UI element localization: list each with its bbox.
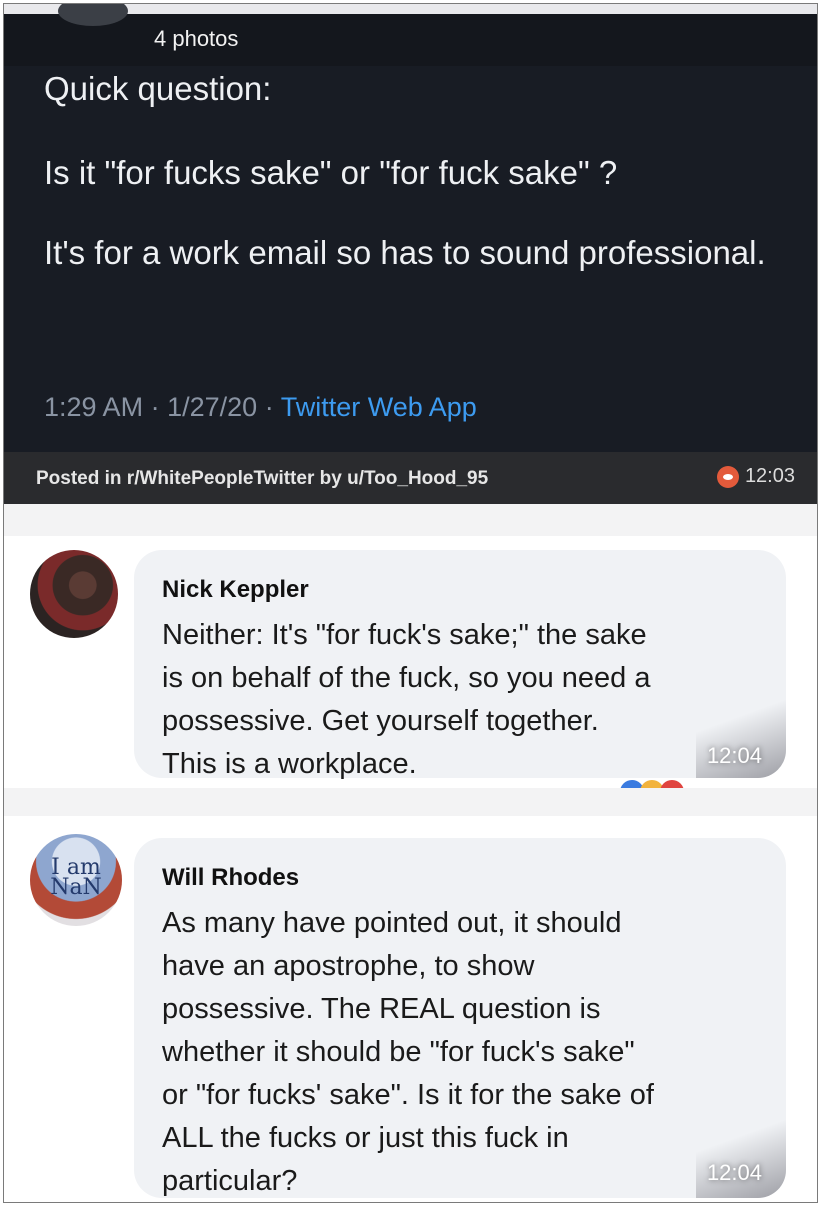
screenshot-frame: 4 photos Quick question: Is it "for fuck… <box>3 3 818 1203</box>
reddit-time-text: 12:03 <box>744 465 795 487</box>
avatar[interactable] <box>30 550 118 638</box>
commenter-name[interactable]: Nick Keppler <box>162 576 309 604</box>
avatar[interactable]: I am NaN <box>30 834 122 926</box>
back-button-icon[interactable] <box>58 4 128 26</box>
tweet-panel: 4 photos Quick question: Is it "for fuck… <box>4 4 817 504</box>
user-link[interactable]: u/Too_Hood_95 <box>347 468 488 489</box>
tweet-text-line-3: It's for a work email so has to sound pr… <box>44 234 766 271</box>
tweet-meta: 1:29 AM · 1/27/20 · Twitter Web App <box>44 392 477 423</box>
photos-count-label: 4 photos <box>154 26 239 51</box>
divider-strip <box>4 504 817 536</box>
subreddit-link[interactable]: r/WhitePeopleTwitter <box>127 468 315 489</box>
tweet-source-link[interactable]: Twitter Web App <box>281 392 477 422</box>
comment-text: As many have pointed out, it should have… <box>162 907 654 1197</box>
reddit-timestamp: 12:03 <box>716 465 795 488</box>
tweet-text-line-2: Is it "for fucks sake" or "for fuck sake… <box>44 154 618 191</box>
comment-card: Nick Keppler Neither: It's "for fuck's s… <box>4 536 817 792</box>
meta-separator: · <box>264 392 281 422</box>
reddit-icon <box>716 465 739 488</box>
photo-shadow <box>696 1118 786 1198</box>
comment-text: Neither: It's "for fuck's sake;" the sak… <box>162 619 651 780</box>
avatar-logo-text: I am NaN <box>50 855 102 900</box>
tweet-text-line-1: Quick question: <box>44 70 272 107</box>
tweet-top-bar: 4 photos <box>4 4 817 66</box>
comment-bubble: Nick Keppler Neither: It's "for fuck's s… <box>134 550 786 780</box>
divider-strip <box>4 788 817 816</box>
posted-in-text: Posted in r/WhitePeopleTwitter by u/Too_… <box>36 468 488 490</box>
posted-prefix: Posted in <box>36 468 127 489</box>
tweet-date: 1/27/20 <box>167 392 258 422</box>
meta-separator: · <box>150 392 168 422</box>
commenter-name[interactable]: Will Rhodes <box>162 864 299 892</box>
comment-time: 12:04 <box>706 743 762 768</box>
posted-by: by <box>314 468 348 489</box>
comment-bubble: Will Rhodes As many have pointed out, it… <box>134 838 786 1198</box>
reddit-attribution-bar: Posted in r/WhitePeopleTwitter by u/Too_… <box>4 452 817 504</box>
tweet-time: 1:29 AM <box>44 392 144 422</box>
comment-time: 12:04 <box>706 1160 762 1185</box>
comment-card: I am NaN Will Rhodes As many have pointed… <box>4 816 817 1202</box>
